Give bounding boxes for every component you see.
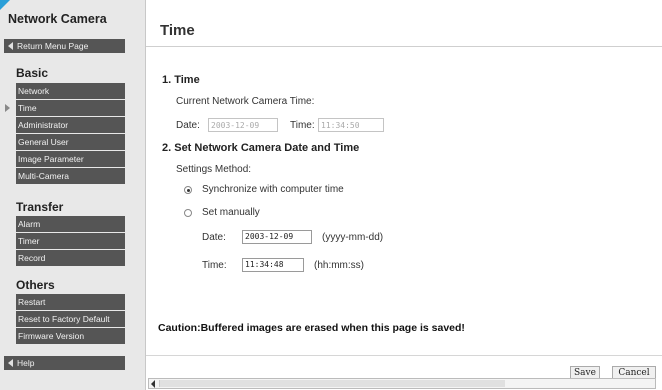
scroll-left-arrow-icon[interactable] <box>151 380 155 388</box>
section-title-transfer: Transfer <box>16 200 64 214</box>
sidebar-item-network[interactable]: Network <box>16 83 125 99</box>
radio-sync-computer-time[interactable] <box>184 186 192 194</box>
return-menu-page-label: Return Menu Page <box>17 41 89 51</box>
time-format-hint: (hh:mm:ss) <box>314 260 364 271</box>
menu-others: Restart Reset to Factory Default Firmwar… <box>16 294 125 345</box>
current-time-field: 11:34:50 <box>318 118 384 132</box>
sidebar-item-image-parameter[interactable]: Image Parameter <box>16 151 125 167</box>
return-menu-page-button[interactable]: Return Menu Page <box>4 39 125 53</box>
left-arrow-icon <box>8 42 13 50</box>
sidebar-item-record[interactable]: Record <box>16 250 125 266</box>
date-format-hint: (yyyy-mm-dd) <box>322 232 384 243</box>
sidebar-item-general-user[interactable]: General User <box>16 134 125 150</box>
section-heading-set-time: 2. Set Network Camera Date and Time <box>162 142 360 154</box>
sidebar-item-time[interactable]: Time <box>5 100 125 116</box>
section-heading-time: 1. Time <box>162 74 200 86</box>
sidebar-item-restart[interactable]: Restart <box>16 294 125 310</box>
horizontal-scrollbar[interactable] <box>148 378 656 389</box>
scrollbar-thumb[interactable] <box>159 380 505 387</box>
radio-set-manually[interactable] <box>184 209 192 217</box>
manual-date-input[interactable] <box>242 230 312 244</box>
bottom-divider <box>146 355 662 356</box>
brand-title: Network Camera <box>8 12 107 26</box>
menu-basic: Network Time Administrator General User … <box>5 83 125 185</box>
help-label: Help <box>17 358 35 368</box>
current-date-label: Date: <box>176 120 200 131</box>
title-divider <box>146 46 662 47</box>
caution-message: Caution:Buffered images are erased when … <box>158 322 465 334</box>
manual-date-label: Date: <box>202 232 226 243</box>
option-manual-label: Set manually <box>202 207 260 218</box>
current-time-field-label: Time: <box>290 120 315 131</box>
manual-time-input[interactable] <box>242 258 304 272</box>
left-arrow-icon <box>8 359 13 367</box>
sidebar-item-timer[interactable]: Timer <box>16 233 125 249</box>
manual-time-label: Time: <box>202 260 227 271</box>
current-date-field: 2003-12-09 <box>208 118 278 132</box>
sidebar-item-alarm[interactable]: Alarm <box>16 216 125 232</box>
section-title-others: Others <box>16 278 55 292</box>
menu-transfer: Alarm Timer Record <box>16 216 125 267</box>
settings-method-label: Settings Method: <box>176 164 252 175</box>
sidebar-item-multi-camera[interactable]: Multi-Camera <box>16 168 125 184</box>
sidebar-item-factory-default[interactable]: Reset to Factory Default <box>16 311 125 327</box>
sidebar: Network Camera Return Menu Page Basic Ne… <box>0 0 146 390</box>
current-time-label: Current Network Camera Time: <box>176 96 315 107</box>
page-title: Time <box>160 22 195 39</box>
sidebar-item-firmware-version[interactable]: Firmware Version <box>16 328 125 344</box>
corner-accent <box>0 0 10 10</box>
sidebar-item-administrator[interactable]: Administrator <box>16 117 125 133</box>
help-button[interactable]: Help <box>4 356 125 370</box>
option-sync-label: Synchronize with computer time <box>202 184 344 195</box>
main-content: Time 1. Time Current Network Camera Time… <box>146 0 662 390</box>
section-title-basic: Basic <box>16 66 49 80</box>
